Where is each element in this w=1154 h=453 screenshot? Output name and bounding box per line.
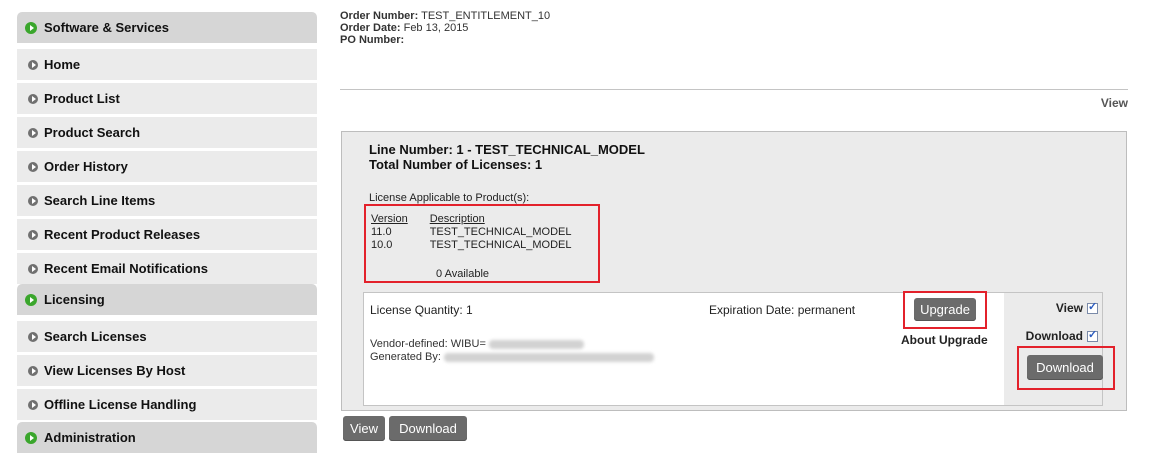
line-number: Line Number: 1 - TEST_TECHNICAL_MODEL [369,142,645,157]
order-date-value: Feb 13, 2015 [403,22,469,34]
order-number-row: Order Number: TEST_ENTITLEMENT_10 [340,10,550,22]
sidebar-item-label: Order History [44,159,128,174]
divider [340,89,1128,90]
upgrade-highlight-box: Upgrade [903,291,987,329]
license-box: License Quantity: 1 Expiration Date: per… [363,291,1115,406]
products-table: Version Description 11.0 TEST_TECHNICAL_… [371,213,594,252]
sidebar-item-offline-license-handling[interactable]: Offline License Handling [17,389,317,420]
sidebar-item-recent-email-notifications[interactable]: Recent Email Notifications [17,253,317,284]
sidebar-item-label: Search Licenses [44,329,147,344]
sidebar-item-search-licenses[interactable]: Search Licenses [17,321,317,352]
sidebar-section-label: Licensing [44,292,105,307]
sidebar-section-label: Administration [44,430,136,445]
sidebar-item-label: Offline License Handling [44,397,197,412]
redacted-value [488,339,584,349]
table-row: 11.0 TEST_TECHNICAL_MODEL [371,226,594,239]
bullet-arrow-icon [28,195,38,206]
generated-by-label: Generated By: [370,351,441,363]
sidebar-item-label: Product Search [44,125,141,140]
order-number-label: Order Number: [340,10,419,22]
column-header-description: Description [429,213,485,225]
product-version: 11.0 [371,226,392,238]
sidebar-item-order-history[interactable]: Order History [17,151,317,182]
sidebar-section-software-services[interactable]: Software & Services [17,12,317,43]
redacted-value [444,352,654,362]
po-number-label: PO Number: [340,34,405,46]
bottom-actions: View Download [343,416,467,441]
available-count: 0 Available [436,268,490,280]
column-header-version: Version [371,213,408,225]
sidebar-item-label: Product List [44,91,120,106]
bullet-arrow-icon [25,21,37,34]
po-number-row: PO Number: [340,34,550,46]
expiration-date: Expiration Date: permanent [709,303,856,317]
bullet-arrow-icon [28,93,38,104]
view-checkbox-label: View [1055,301,1083,315]
line-item-panel: Line Number: 1 - TEST_TECHNICAL_MODEL To… [341,131,1127,411]
order-info: Order Number: TEST_ENTITLEMENT_10 Order … [340,10,550,46]
bullet-arrow-icon [28,365,38,376]
table-row: 10.0 TEST_TECHNICAL_MODEL [371,239,594,252]
download-highlight-box: Download [1017,346,1115,390]
about-upgrade-link[interactable]: About Upgrade [901,333,988,347]
view-link[interactable]: View [1101,96,1128,110]
sidebar-item-label: Recent Product Releases [44,227,201,242]
sidebar-section-label: Software & Services [44,20,170,35]
sidebar-item-home[interactable]: Home [17,49,317,80]
sidebar-item-label: Home [44,57,81,72]
bullet-arrow-icon [28,229,38,240]
table-header-row: Version Description [371,213,594,226]
sidebar-item-label: Recent Email Notifications [44,261,208,276]
bullet-arrow-icon [28,263,38,274]
view-checkbox-row[interactable]: View [1055,300,1098,315]
license-quantity: License Quantity: 1 [370,303,473,317]
generated-by-row: Generated By: [370,351,654,364]
product-description: TEST_TECHNICAL_MODEL [429,226,572,238]
bullet-arrow-icon [28,331,38,342]
sidebar-item-recent-product-releases[interactable]: Recent Product Releases [17,219,317,250]
bullet-arrow-icon [25,293,37,306]
vendor-defined-row: Vendor-defined: WIBU= [370,338,654,351]
bullet-arrow-icon [28,399,38,410]
applicable-products-label: License Applicable to Product(s): [369,192,530,204]
download-all-button[interactable]: Download [389,416,467,441]
sidebar-item-label: View Licenses By Host [44,363,186,378]
order-date-label: Order Date: [340,22,401,34]
license-details: Vendor-defined: WIBU= Generated By: [370,338,654,364]
order-date-row: Order Date: Feb 13, 2015 [340,22,550,34]
product-version: 10.0 [371,239,393,251]
bullet-arrow-icon [28,59,38,70]
sidebar-item-view-licenses-by-host[interactable]: View Licenses By Host [17,355,317,386]
download-button[interactable]: Download [1027,355,1103,380]
sidebar-item-product-list[interactable]: Product List [17,83,317,114]
bullet-arrow-icon [28,161,38,172]
total-licenses: Total Number of Licenses: 1 [369,157,543,172]
download-checkbox[interactable] [1087,328,1098,342]
sidebar-item-label: Search Line Items [44,193,156,208]
sidebar-item-product-search[interactable]: Product Search [17,117,317,148]
vendor-defined-label: Vendor-defined: WIBU= [370,338,486,350]
sidebar-section-administration[interactable]: Administration [17,422,317,453]
bullet-arrow-icon [28,127,38,138]
line-header: Line Number: 1 - TEST_TECHNICAL_MODEL To… [369,142,645,172]
download-checkbox-row[interactable]: Download [1025,328,1098,343]
upgrade-button[interactable]: Upgrade [914,298,976,321]
order-number-value: TEST_ENTITLEMENT_10 [421,10,551,22]
download-checkbox-label: Download [1025,329,1083,343]
applicable-products-box: Version Description 11.0 TEST_TECHNICAL_… [364,204,600,283]
bullet-arrow-icon [25,431,37,444]
product-description: TEST_TECHNICAL_MODEL [429,239,572,251]
view-checkbox[interactable] [1087,300,1098,314]
view-button[interactable]: View [343,416,385,441]
sidebar-section-licensing[interactable]: Licensing [17,284,317,315]
sidebar-item-search-line-items[interactable]: Search Line Items [17,185,317,216]
